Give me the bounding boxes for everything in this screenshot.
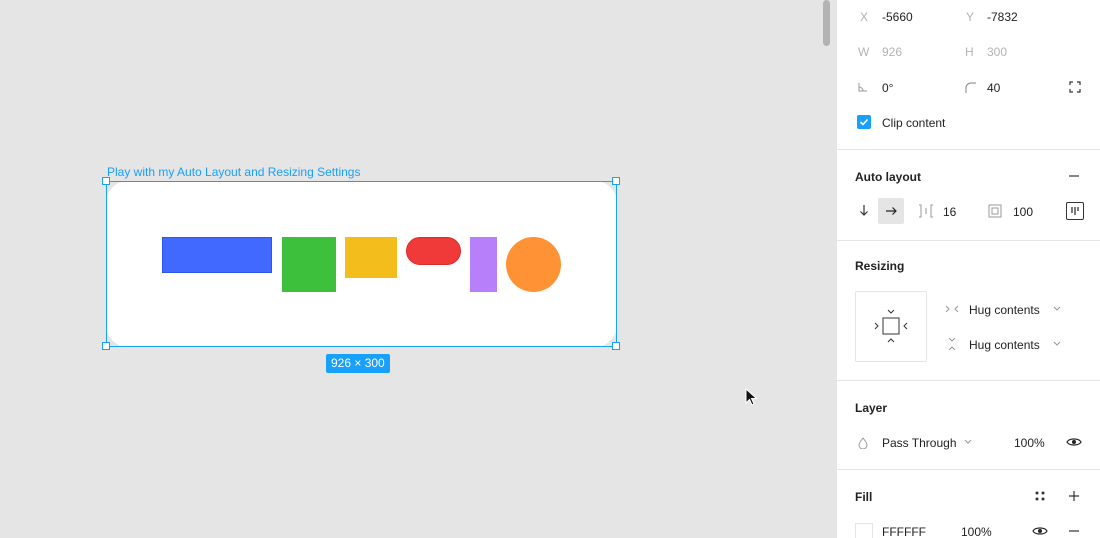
resize-handle-bottom-left[interactable] (102, 342, 110, 350)
independent-corners-icon[interactable] (1068, 80, 1082, 94)
selection-outline (106, 181, 617, 347)
scrollbar-thumb[interactable] (823, 0, 830, 46)
direction-horizontal-button[interactable] (878, 198, 904, 224)
chevron-down-icon[interactable] (1052, 305, 1062, 313)
fill-opacity-input[interactable]: 100% (961, 525, 992, 538)
remove-icon[interactable] (1066, 169, 1082, 183)
resize-handle-top-left[interactable] (102, 177, 110, 185)
hug-horizontal-icon (945, 303, 959, 315)
styles-icon[interactable] (1033, 489, 1047, 503)
y-input[interactable]: -7832 (987, 10, 1018, 24)
resize-handle-bottom-right[interactable] (612, 342, 620, 350)
auto-layout-title: Auto layout (855, 170, 921, 184)
blend-mode-select[interactable]: Pass Through (882, 436, 957, 450)
fill-hex-input[interactable]: FFFFFF (882, 525, 926, 538)
alignment-icon[interactable] (1066, 202, 1084, 220)
spacing-icon (918, 204, 934, 218)
h-label: H (965, 45, 974, 59)
corner-radius-input[interactable]: 40 (987, 81, 1000, 95)
x-input[interactable]: -5660 (882, 10, 913, 24)
rotation-icon (857, 81, 869, 93)
width-input[interactable]: 926 (882, 45, 902, 59)
minus-icon[interactable] (1067, 524, 1081, 538)
horizontal-resizing-select[interactable]: Hug contents (969, 303, 1040, 317)
arrow-down-icon[interactable] (857, 203, 871, 217)
resizing-widget[interactable] (855, 291, 927, 362)
chevron-down-icon[interactable] (963, 438, 973, 446)
resizing-title: Resizing (855, 259, 905, 273)
arrow-right-icon (884, 204, 898, 218)
w-label: W (858, 45, 870, 59)
clip-content-label[interactable]: Clip content (882, 116, 945, 130)
canvas[interactable]: Play with my Auto Layout and Resizing Se… (0, 0, 836, 538)
transform-section: X -5660 Y -7832 W 926 H 300 0° 40 Clip c… (837, 0, 1100, 150)
frame-name-label[interactable]: Play with my Auto Layout and Resizing Se… (107, 165, 360, 179)
layer-section: Layer Pass Through 100% (837, 381, 1100, 470)
rotation-input[interactable]: 0° (882, 81, 893, 95)
chevron-down-icon[interactable] (1052, 340, 1062, 348)
corner-radius-icon (964, 81, 976, 93)
layer-opacity-input[interactable]: 100% (1014, 436, 1045, 450)
canvas-scrollbar[interactable] (820, 0, 836, 538)
eye-icon[interactable] (1066, 435, 1082, 449)
properties-panel: X -5660 Y -7832 W 926 H 300 0° 40 Clip c… (836, 0, 1100, 538)
check-icon (859, 118, 869, 126)
fill-title: Fill (855, 490, 873, 504)
x-label: X (860, 10, 869, 24)
fill-color-swatch[interactable] (855, 523, 873, 538)
hug-vertical-icon (945, 337, 959, 351)
padding-icon (988, 204, 1002, 218)
dimensions-badge: 926 × 300 (326, 354, 390, 373)
layer-title: Layer (855, 401, 888, 415)
vertical-resizing-select[interactable]: Hug contents (969, 338, 1040, 352)
padding-input[interactable]: 100 (1013, 205, 1033, 219)
item-spacing-input[interactable]: 16 (943, 205, 956, 219)
mouse-cursor-icon (745, 388, 758, 406)
fill-section: Fill FFFFFF 100% (837, 470, 1100, 538)
clip-content-checkbox[interactable] (857, 115, 871, 129)
resizing-hug-diagram-icon (874, 309, 908, 343)
blend-mode-icon (857, 436, 869, 450)
resizing-section: Resizing Hug contents Hug contents (837, 241, 1100, 381)
height-input[interactable]: 300 (987, 45, 1007, 59)
resize-handle-top-right[interactable] (612, 177, 620, 185)
y-label: Y (966, 10, 975, 24)
eye-icon[interactable] (1032, 524, 1048, 538)
auto-layout-section: Auto layout 16 100 (837, 150, 1100, 241)
plus-icon[interactable] (1067, 489, 1081, 503)
